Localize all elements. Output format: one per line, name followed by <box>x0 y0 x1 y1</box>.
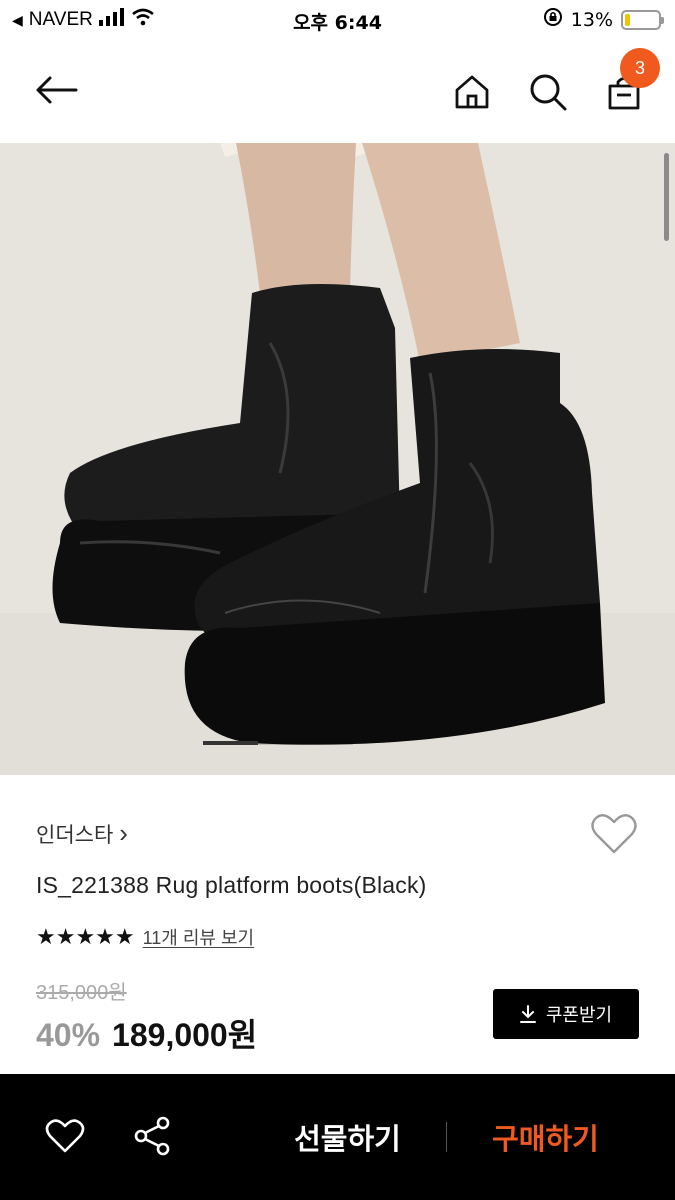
brand-name: 인더스타 <box>36 823 114 847</box>
search-icon <box>530 74 567 111</box>
coupon-label: 쿠폰받기 <box>545 1005 613 1025</box>
status-right: 13% <box>543 7 664 32</box>
product-image[interactable] <box>0 143 675 775</box>
bottom-action-bar: 선물하기 구매하기 <box>0 1074 675 1200</box>
share-icon <box>134 1116 170 1156</box>
status-bar: ◀ NAVER 오후 6:44 13% <box>0 0 675 38</box>
heart-outline-icon <box>591 814 637 854</box>
rating-row: ★★★★★ 11개 리뷰 보기 <box>36 924 254 950</box>
image-carousel-indicator <box>203 741 353 745</box>
discount-rate: 40% <box>36 1017 101 1053</box>
back-button[interactable] <box>28 68 84 112</box>
coupon-button[interactable]: 쿠폰받기 <box>493 989 639 1039</box>
heart-icon <box>45 1119 85 1153</box>
home-icon <box>455 75 489 109</box>
download-icon <box>519 1005 536 1023</box>
cart-count-badge: 3 <box>620 48 660 88</box>
sale-price: 189,000원 <box>112 1017 258 1053</box>
top-nav: 3 <box>0 38 675 143</box>
divider <box>446 1122 447 1152</box>
wishlist-button[interactable] <box>590 812 638 856</box>
battery-icon <box>621 9 664 30</box>
star-rating-icon: ★★★★★ <box>36 924 135 950</box>
price-row: 40% 189,000원 <box>36 1010 257 1056</box>
gift-button[interactable]: 선물하기 <box>280 1114 415 1160</box>
original-price: 315,000원 <box>36 982 127 1004</box>
battery-percent: 13% <box>570 8 613 31</box>
buy-button[interactable]: 구매하기 <box>478 1114 613 1160</box>
review-link[interactable]: 11개 리뷰 보기 <box>143 924 255 950</box>
boots-photo <box>0 143 675 775</box>
product-title: IS_221388 Rug platform boots(Black) <box>36 872 427 898</box>
bottom-wishlist-button[interactable] <box>43 1114 87 1158</box>
share-button[interactable] <box>130 1114 174 1158</box>
orientation-lock-icon <box>543 7 563 32</box>
page-scrollbar[interactable] <box>664 153 669 241</box>
brand-link[interactable]: 인더스타 › <box>36 818 128 849</box>
search-button[interactable] <box>524 68 572 116</box>
back-arrow-icon <box>36 76 78 104</box>
chevron-right-icon: › <box>119 818 128 848</box>
home-button[interactable] <box>448 68 496 116</box>
